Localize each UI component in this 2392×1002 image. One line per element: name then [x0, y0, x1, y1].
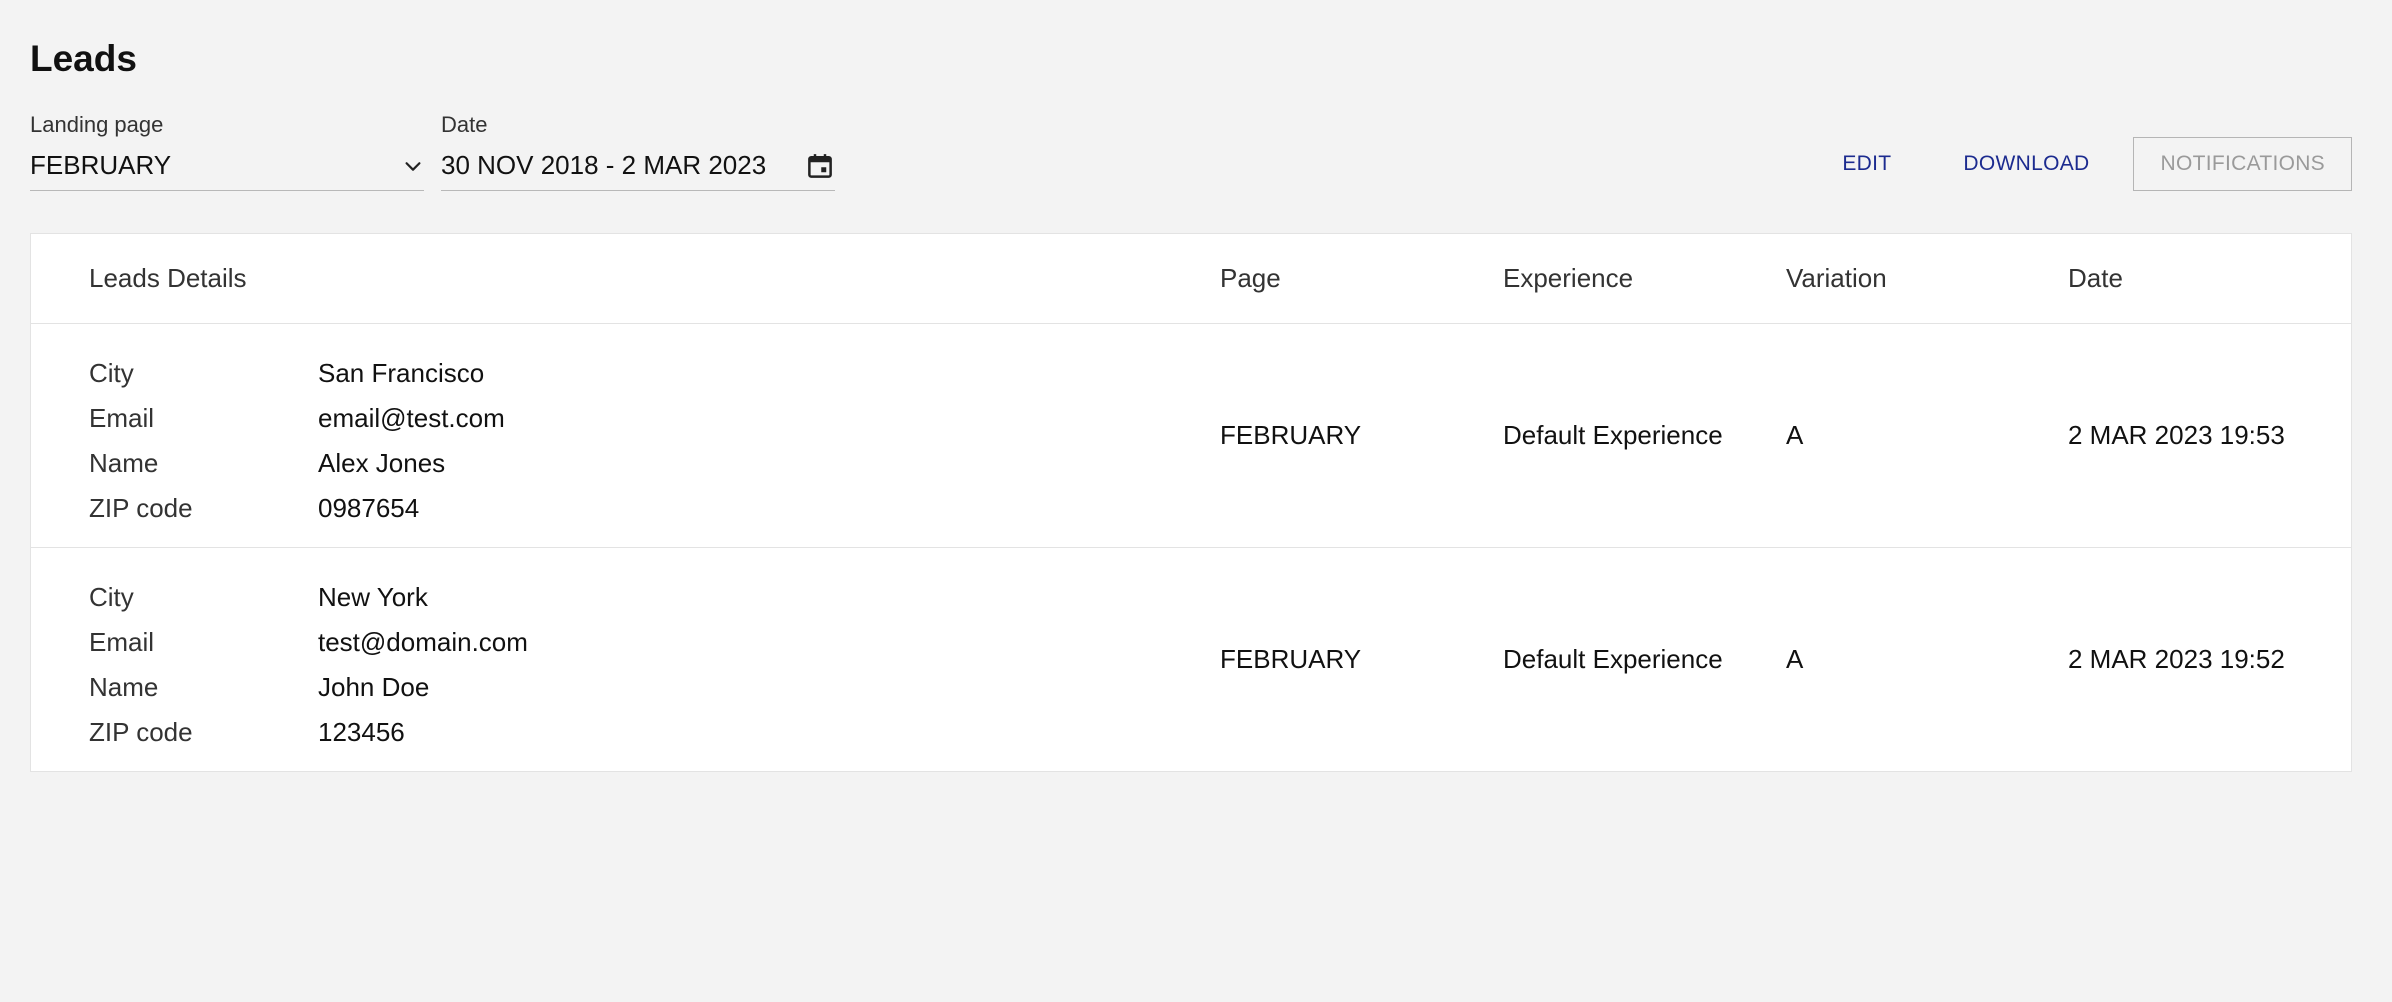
- date-label: Date: [441, 112, 488, 137]
- detail-value: Alex Jones: [318, 448, 446, 478]
- page-title: Leads: [30, 38, 137, 79]
- table-header: Leads Details Page Experience Variation …: [31, 234, 2351, 324]
- toolbar-actions: EDIT DOWNLOAD NOTIFICATIONS: [1806, 137, 2352, 191]
- chevron-down-icon: [402, 155, 424, 177]
- cell-date: 2 MAR 2023 19:52: [2068, 644, 2285, 674]
- download-button[interactable]: DOWNLOAD: [1927, 137, 2125, 191]
- detail-key: ZIP code: [89, 717, 193, 747]
- cell-date: 2 MAR 2023 19:53: [2068, 420, 2285, 450]
- detail-value: email@test.com: [318, 403, 505, 433]
- date-filter: Date 30 NOV 2018 - 2 MAR 2023: [441, 111, 835, 191]
- detail-zip: ZIP code 123456: [89, 710, 528, 755]
- detail-email: Email test@domain.com: [89, 620, 528, 665]
- notifications-button[interactable]: NOTIFICATIONS: [2133, 137, 2352, 191]
- detail-value: John Doe: [318, 672, 430, 702]
- cell-page: FEBRUARY: [1220, 644, 1362, 674]
- lead-details: City New York Email test@domain.com Name…: [89, 575, 528, 755]
- detail-zip: ZIP code 0987654: [89, 486, 505, 531]
- detail-city: City New York: [89, 575, 528, 620]
- detail-value: 123456: [318, 717, 405, 747]
- header-experience: Experience: [1503, 263, 1634, 293]
- detail-key: City: [89, 358, 134, 388]
- cell-experience: Default Experience: [1503, 644, 1723, 674]
- detail-key: Name: [89, 448, 159, 478]
- header-variation: Variation: [1786, 263, 1887, 293]
- landing-page-value: FEBRUARY: [30, 150, 172, 180]
- detail-email: Email email@test.com: [89, 396, 505, 441]
- header-leads-details: Leads Details: [89, 263, 247, 293]
- lead-details: City San Francisco Email email@test.com …: [89, 351, 505, 531]
- date-range-input[interactable]: 30 NOV 2018 - 2 MAR 2023: [441, 147, 835, 191]
- edit-button[interactable]: EDIT: [1806, 137, 1927, 191]
- detail-name: Name John Doe: [89, 665, 528, 710]
- header-page: Page: [1220, 263, 1281, 293]
- detail-city: City San Francisco: [89, 351, 505, 396]
- detail-key: Email: [89, 403, 155, 433]
- detail-key: ZIP code: [89, 493, 193, 523]
- cell-variation: A: [1786, 644, 1804, 674]
- cell-variation: A: [1786, 420, 1804, 450]
- detail-key: City: [89, 582, 134, 612]
- detail-value: San Francisco: [318, 358, 485, 388]
- cell-experience: Default Experience: [1503, 420, 1723, 450]
- landing-page-filter: Landing page FEBRUARY: [30, 111, 424, 191]
- header-date: Date: [2068, 263, 2123, 293]
- detail-key: Name: [89, 672, 159, 702]
- landing-page-label: Landing page: [30, 112, 164, 137]
- detail-name: Name Alex Jones: [89, 441, 505, 486]
- detail-value: 0987654: [318, 493, 420, 523]
- detail-value: New York: [318, 582, 428, 612]
- table-row[interactable]: City San Francisco Email email@test.com …: [31, 324, 2351, 548]
- date-range-value: 30 NOV 2018 - 2 MAR 2023: [441, 150, 767, 180]
- leads-table: Leads Details Page Experience Variation …: [30, 233, 2352, 772]
- calendar-icon[interactable]: [805, 151, 835, 181]
- cell-page: FEBRUARY: [1220, 420, 1362, 450]
- landing-page-select[interactable]: FEBRUARY: [30, 147, 424, 191]
- detail-key: Email: [89, 627, 155, 657]
- detail-value: test@domain.com: [318, 627, 528, 657]
- table-row[interactable]: City New York Email test@domain.com Name…: [31, 548, 2351, 771]
